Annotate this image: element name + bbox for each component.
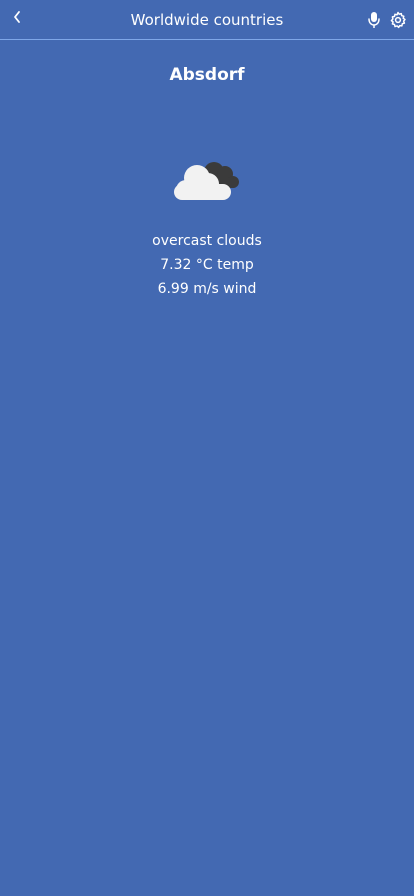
wind-speed-readout: 6.99 m/s wind bbox=[157, 281, 257, 297]
voice-search-button[interactable] bbox=[366, 11, 382, 29]
temperature-readout: 7.32 °C temp bbox=[160, 257, 254, 273]
page-title: Worldwide countries bbox=[130, 11, 284, 29]
city-name: Absdorf bbox=[169, 65, 245, 85]
gear-icon bbox=[390, 11, 406, 29]
top-app-bar: Worldwide countries bbox=[0, 0, 414, 40]
overcast-clouds-icon bbox=[174, 162, 239, 200]
weather-description: overcast clouds bbox=[152, 233, 262, 249]
settings-button[interactable] bbox=[389, 11, 407, 29]
weather-screen: Worldwide countries Absdorf overcast clo… bbox=[0, 0, 414, 896]
microphone-icon bbox=[368, 12, 380, 28]
